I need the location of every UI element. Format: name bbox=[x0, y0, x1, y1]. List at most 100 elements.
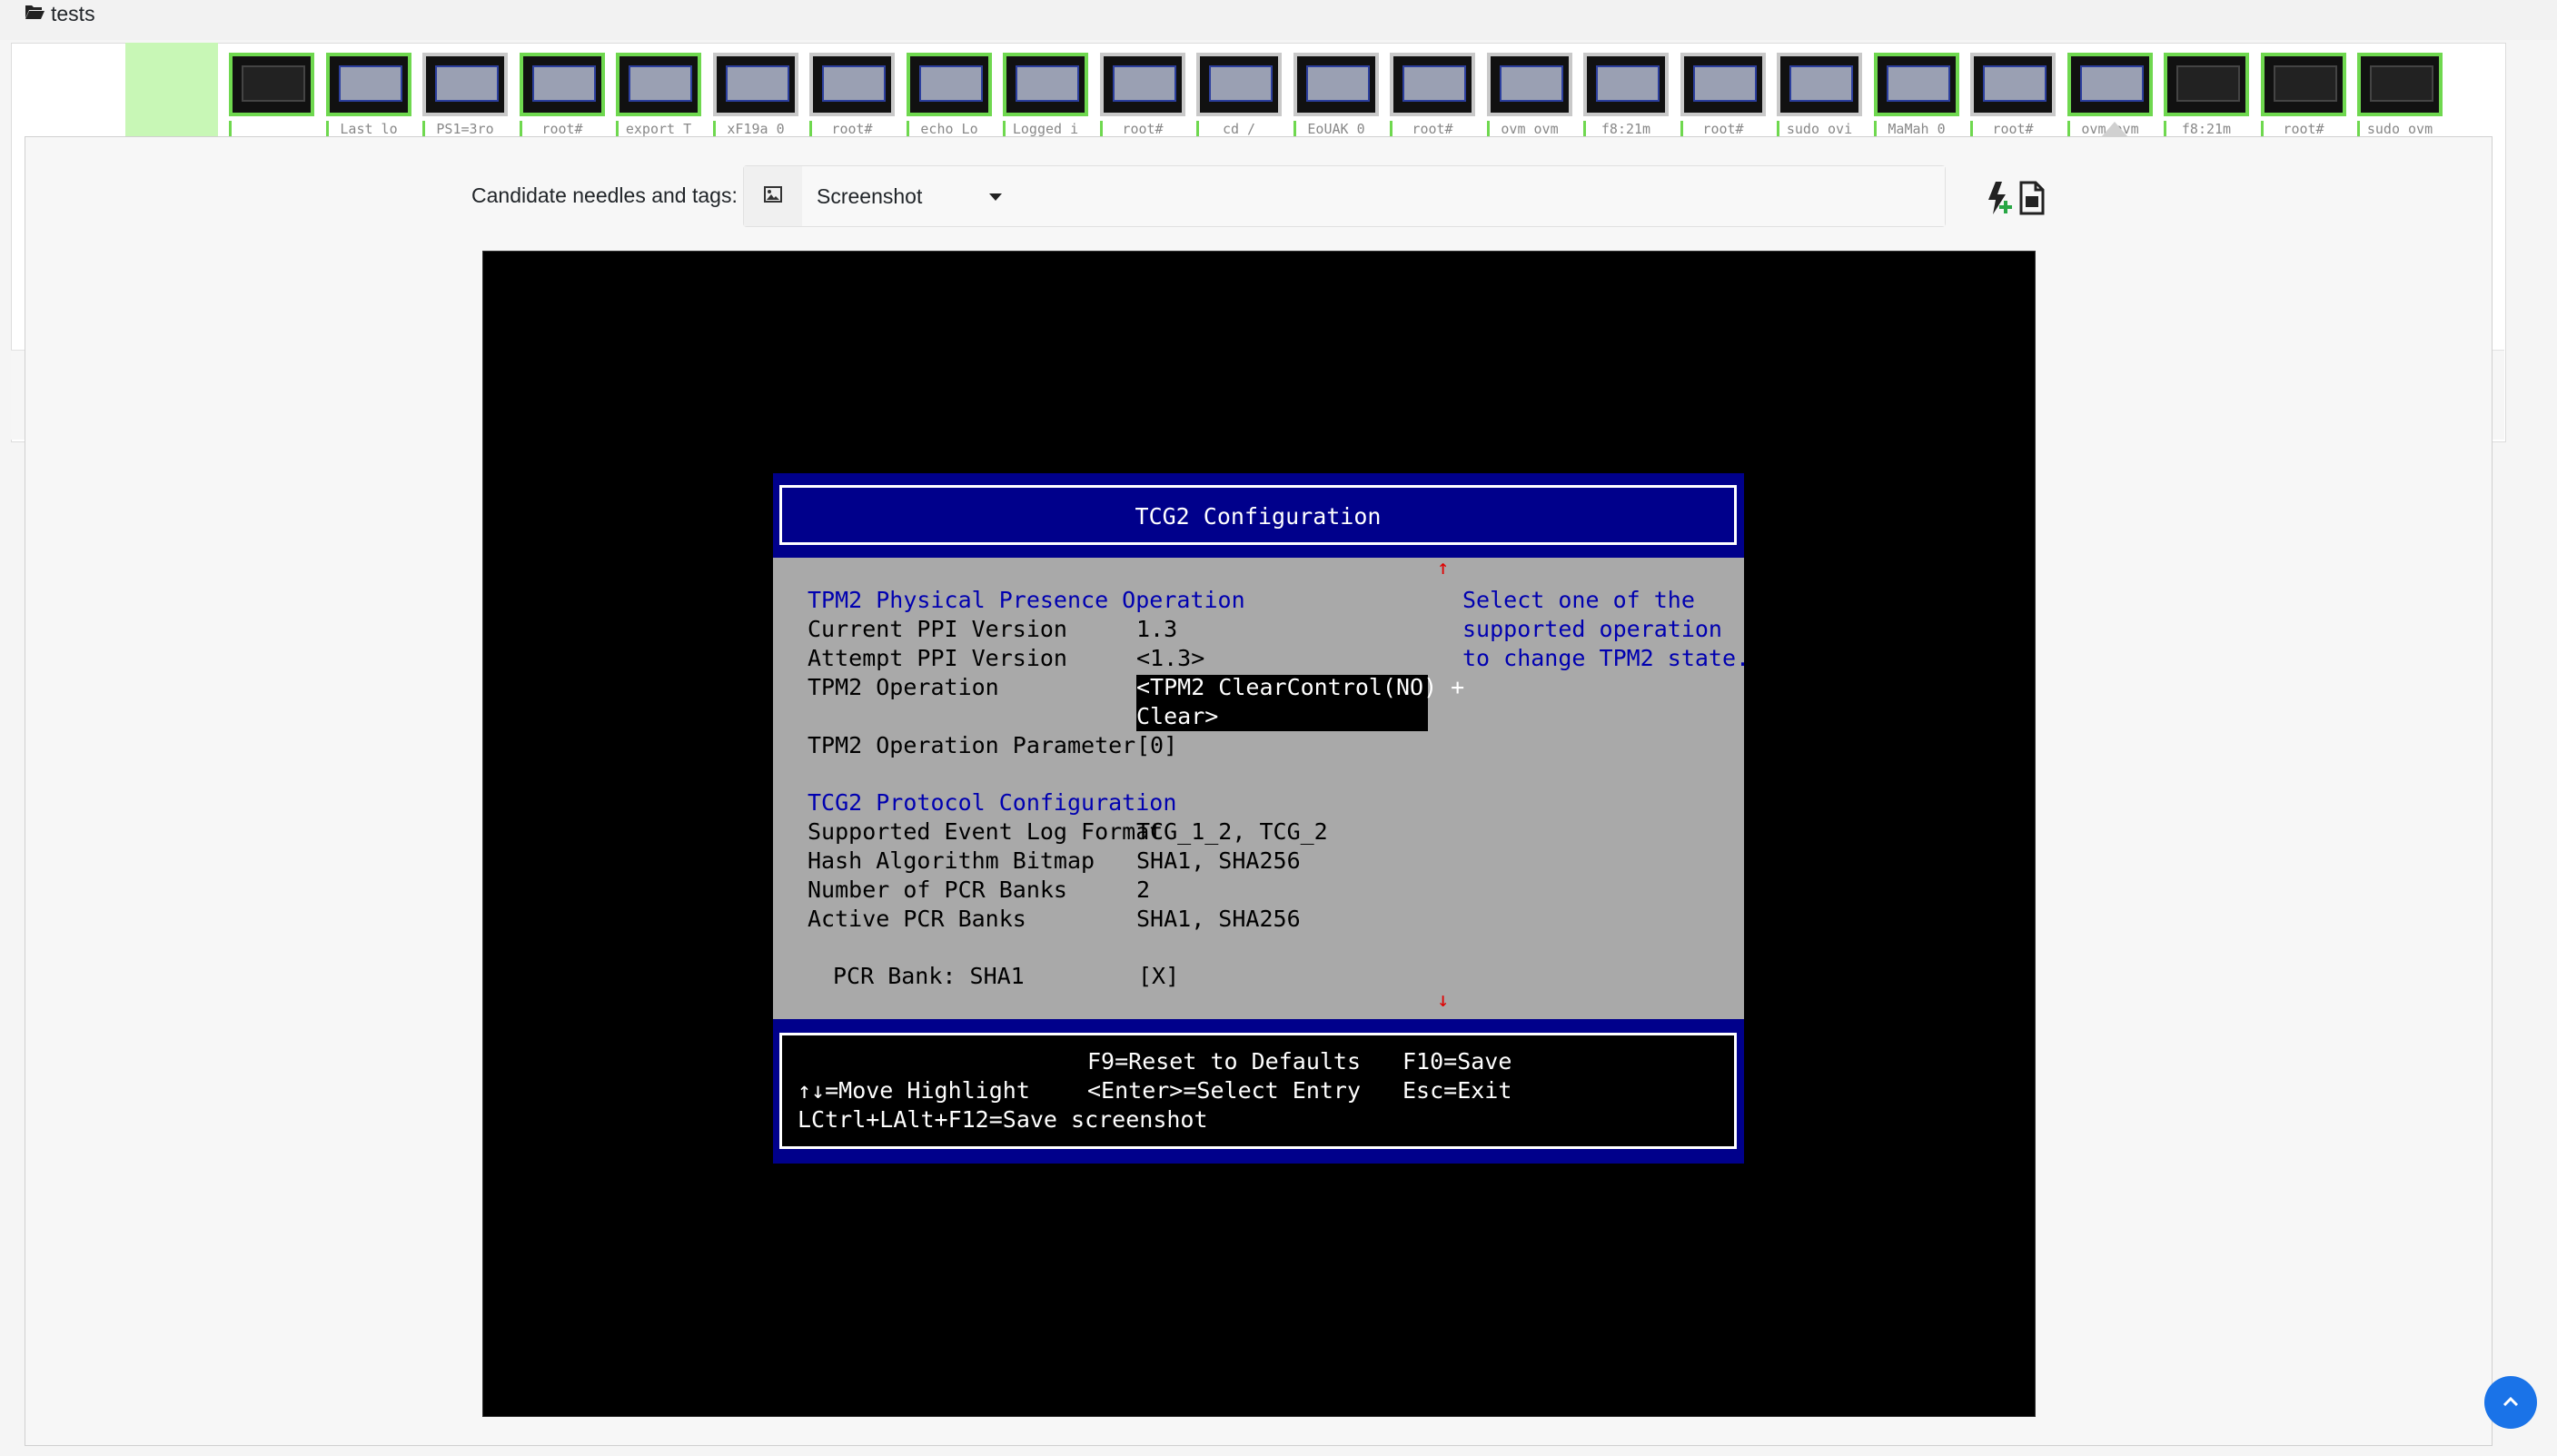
event-log-label: Supported Event Log Format bbox=[808, 818, 1164, 845]
thumbnail-label: root# bbox=[520, 121, 605, 137]
thumbnail[interactable] bbox=[229, 53, 314, 116]
strip-result-indicator bbox=[125, 43, 218, 139]
thumbnail-preview bbox=[1983, 65, 2047, 102]
page-title: tests bbox=[51, 2, 95, 25]
thumbnail-label: ovm ovm bbox=[1487, 121, 1572, 137]
thumbnail-label-marker bbox=[520, 121, 522, 137]
chevron-up-icon bbox=[2502, 1396, 2519, 1407]
thumbnail[interactable] bbox=[1777, 53, 1862, 116]
thumbnail-label-marker bbox=[616, 121, 619, 137]
thumbnail[interactable] bbox=[907, 53, 992, 116]
thumbnail-label-marker bbox=[1293, 121, 1296, 137]
thumbnail-preview bbox=[242, 65, 305, 102]
add-needle-icon[interactable] bbox=[1983, 180, 2014, 216]
current-ppi-value: 1.3 bbox=[1136, 616, 1178, 642]
thumbnail[interactable] bbox=[1293, 53, 1379, 116]
thumbnail[interactable] bbox=[1680, 53, 1766, 116]
thumbnail[interactable] bbox=[326, 53, 411, 116]
thumbnail[interactable] bbox=[2261, 53, 2346, 116]
thumbnail[interactable] bbox=[1874, 53, 1959, 116]
thumbnail-preview bbox=[1113, 65, 1176, 102]
thumbnail-label-marker bbox=[1970, 121, 1973, 137]
thumbnail[interactable] bbox=[1196, 53, 1282, 116]
thumbnail-label-marker bbox=[326, 121, 329, 137]
active-pcr-label: Active PCR Banks bbox=[808, 906, 1026, 932]
active-pcr-value: SHA1, SHA256 bbox=[1136, 906, 1301, 932]
thumbnail-label: cd / bbox=[1196, 121, 1282, 137]
thumbnail-preview bbox=[629, 65, 692, 102]
thumbnail-preview bbox=[532, 65, 596, 102]
thumbnail-label-marker bbox=[1583, 121, 1586, 137]
thumbnail[interactable] bbox=[809, 53, 895, 116]
thumbnail[interactable] bbox=[422, 53, 508, 116]
candidate-select-group: Screenshot bbox=[743, 165, 1946, 227]
thumbnail[interactable] bbox=[2164, 53, 2249, 116]
thumbnail-label: xF19a 0 bbox=[713, 121, 798, 137]
file-image-icon[interactable] bbox=[2017, 180, 2047, 216]
thumbnail-preview bbox=[1306, 65, 1370, 102]
thumbnail[interactable] bbox=[2357, 53, 2443, 116]
tpm2-op-param-value[interactable]: [0] bbox=[1136, 732, 1177, 759]
candidate-dropdown-value: Screenshot bbox=[817, 184, 923, 208]
thumbnail-label: root# bbox=[1680, 121, 1766, 137]
attempt-ppi-value[interactable]: <1.3> bbox=[1136, 645, 1204, 672]
thumbnail-preview bbox=[1789, 65, 1853, 102]
thumbnail-preview bbox=[1887, 65, 1950, 102]
thumbnail-preview bbox=[1500, 65, 1563, 102]
thumbnail[interactable] bbox=[1390, 53, 1475, 116]
thumbnail[interactable] bbox=[1003, 53, 1088, 116]
thumbnail-label: f8:21m bbox=[2164, 121, 2249, 137]
footer-enter: <Enter>=Select Entry bbox=[1087, 1077, 1362, 1104]
pcr-banks-label: Number of PCR Banks bbox=[808, 877, 1067, 903]
thumbnail-label: root# bbox=[2261, 121, 2346, 137]
tpm2-op-param-label: TPM2 Operation Parameter bbox=[808, 732, 1136, 758]
attempt-ppi-label: Attempt PPI Version bbox=[808, 645, 1067, 671]
thumbnail-label: f8:21m bbox=[1583, 121, 1669, 137]
thumbnail-label-marker bbox=[2164, 121, 2166, 137]
thumbnail-label: Logged i bbox=[1003, 121, 1088, 137]
thumbnail-preview bbox=[919, 65, 983, 102]
thumbnail-preview bbox=[822, 65, 886, 102]
thumbnail-label-marker bbox=[1196, 121, 1199, 137]
thumbnail[interactable] bbox=[2067, 53, 2153, 116]
candidate-dropdown[interactable]: Screenshot bbox=[802, 166, 1945, 226]
thumbnail-label: EoUAK 0 bbox=[1293, 121, 1379, 137]
thumbnail-label: _ bbox=[229, 121, 314, 137]
thumbnail[interactable] bbox=[1487, 53, 1572, 116]
thumbnail-label: export T bbox=[616, 121, 701, 137]
hash-bitmap-value: SHA1, SHA256 bbox=[1136, 847, 1301, 874]
thumbnail[interactable] bbox=[713, 53, 798, 116]
tpm2-operation-value-line2: Clear> bbox=[1136, 703, 1219, 729]
thumbnail-preview bbox=[2080, 65, 2144, 102]
tcg2-title: TCG2 Configuration bbox=[1135, 503, 1382, 530]
thumbnail[interactable] bbox=[1100, 53, 1185, 116]
thumbnail-preview bbox=[435, 65, 499, 102]
thumbnail[interactable] bbox=[1583, 53, 1669, 116]
thumbnail-preview bbox=[339, 65, 402, 102]
thumbnail-label-marker bbox=[2357, 121, 2360, 137]
image-icon bbox=[764, 186, 782, 203]
thumbnail-label: root# bbox=[1100, 121, 1185, 137]
thumbnail-label: MaMah 0 bbox=[1874, 121, 1959, 137]
scroll-to-top-button[interactable] bbox=[2484, 1376, 2537, 1429]
thumbnail-label-marker bbox=[1003, 121, 1006, 137]
thumbnail-preview bbox=[1596, 65, 1660, 102]
candidate-label: Candidate needles and tags: bbox=[471, 183, 738, 207]
thumbnail-label: echo Lo bbox=[907, 121, 992, 137]
thumbnail-label-marker bbox=[229, 121, 232, 137]
image-icon-addon bbox=[744, 166, 803, 226]
thumbnail[interactable] bbox=[520, 53, 605, 116]
pcr-sha1-checkbox[interactable]: [X] bbox=[1138, 963, 1179, 990]
thumbnail-preview bbox=[1402, 65, 1466, 102]
thumbnail[interactable] bbox=[1970, 53, 2056, 116]
thumbnail-label-marker bbox=[809, 121, 812, 137]
scroll-up-indicator: ↑ bbox=[1437, 557, 1450, 579]
thumbnail-preview bbox=[1209, 65, 1273, 102]
tpm2-operation-label: TPM2 Operation bbox=[808, 674, 999, 700]
thumbnail-preview bbox=[2274, 65, 2337, 102]
thumbnail-preview bbox=[1693, 65, 1757, 102]
caret-down-icon bbox=[989, 193, 1002, 201]
thumbnail-label-marker bbox=[2067, 121, 2070, 137]
panel-pointer bbox=[2102, 122, 2127, 136]
thumbnail[interactable] bbox=[616, 53, 701, 116]
